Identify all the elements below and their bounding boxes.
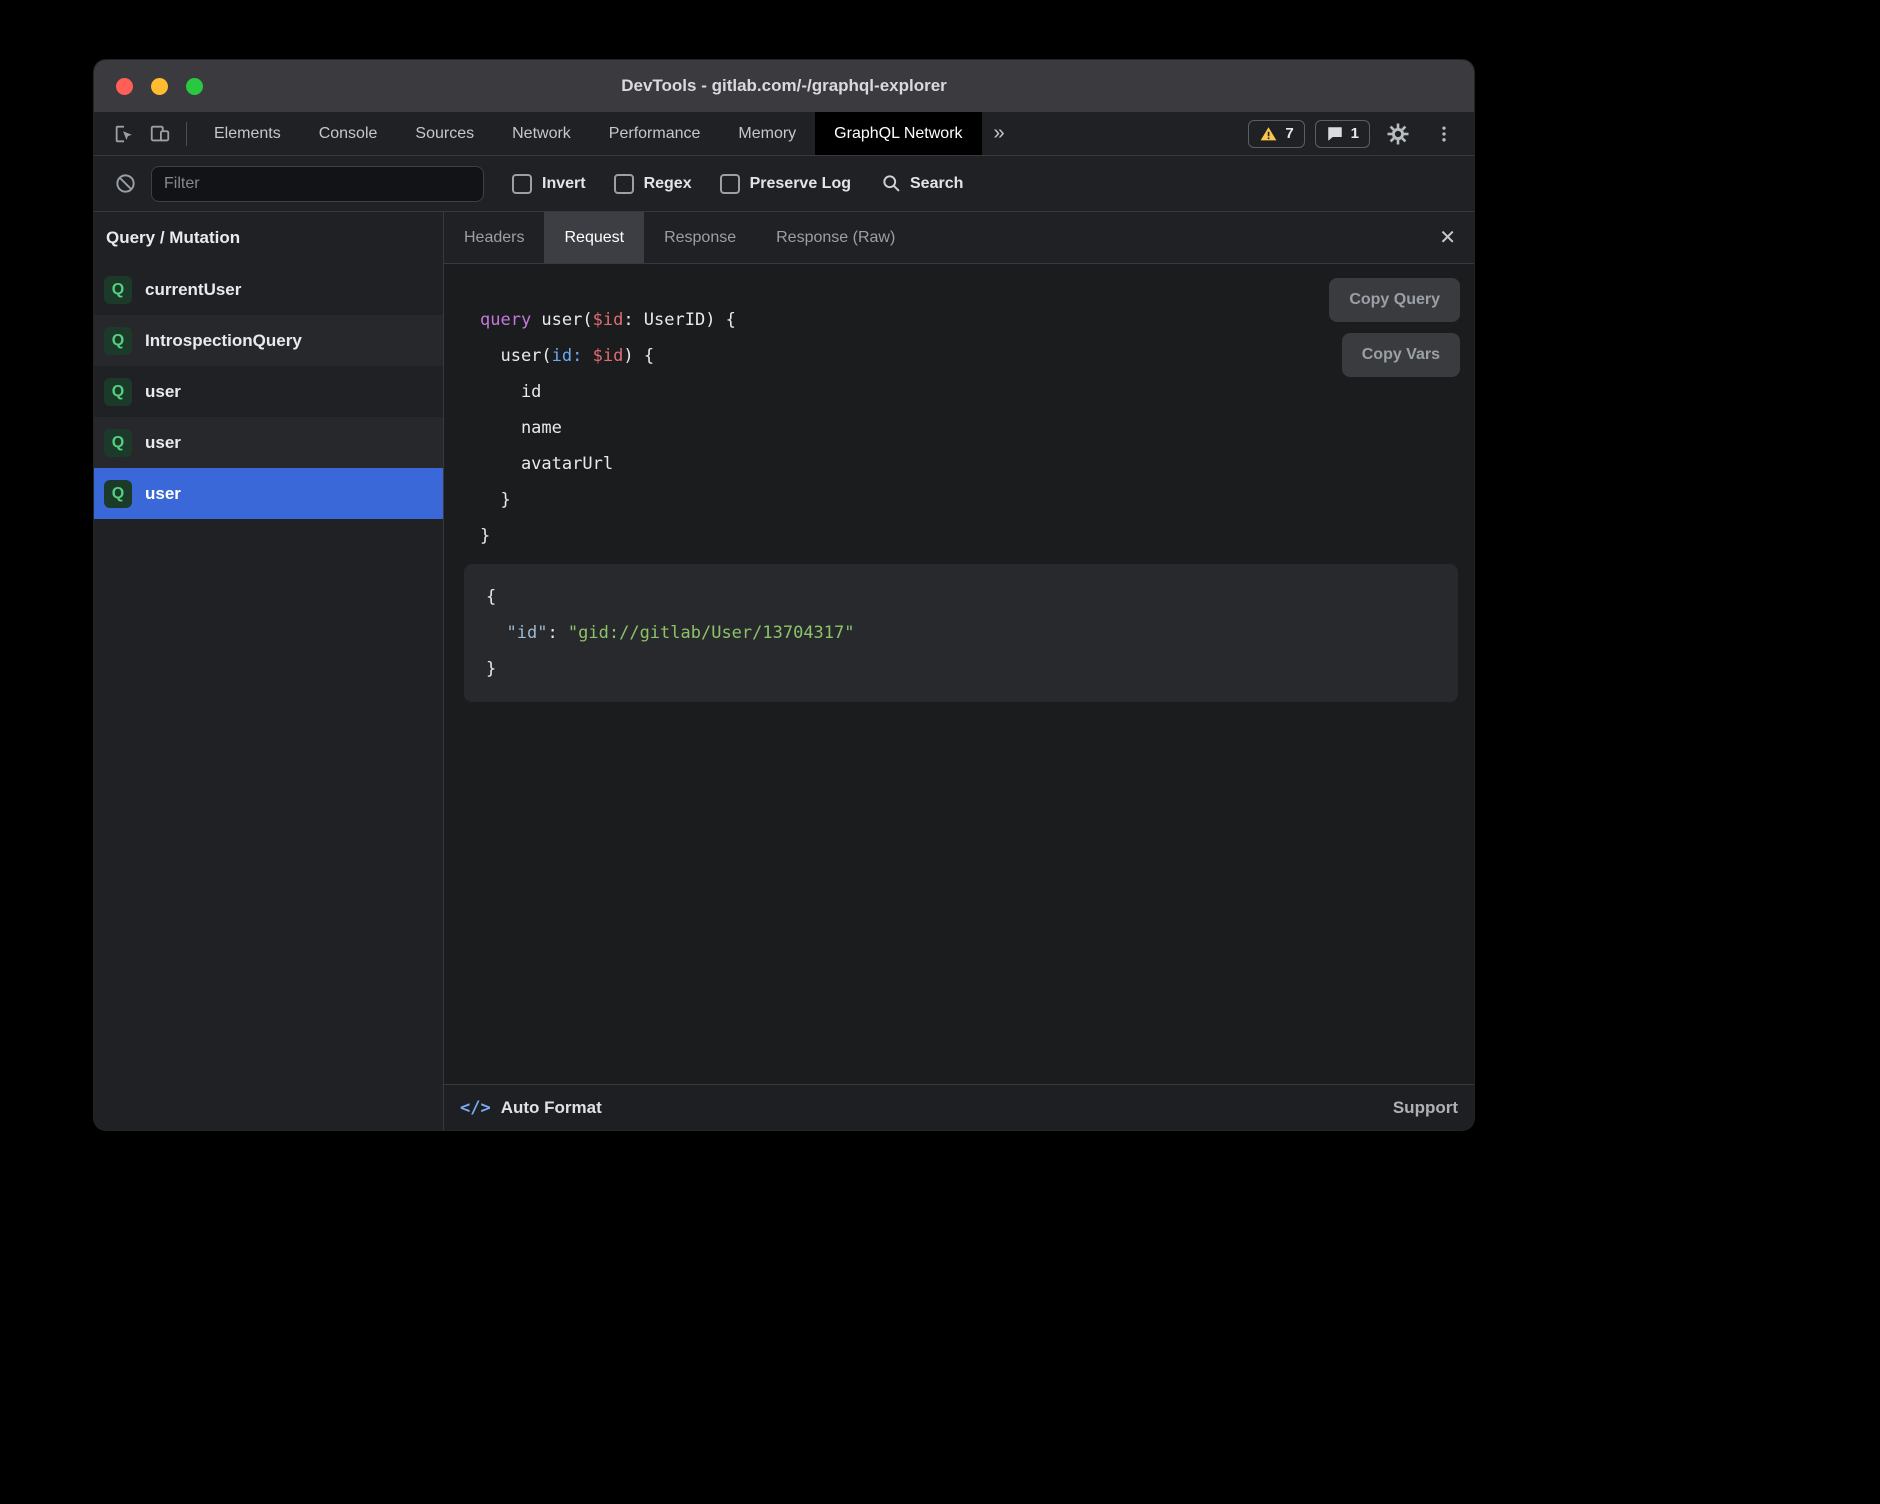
more-tabs-chevron-icon[interactable]: » (982, 122, 1017, 145)
tab-sources[interactable]: Sources (396, 112, 493, 155)
request-query-code: query user($id: UserID) { user(id: $id) … (444, 264, 1474, 554)
query-row-currentuser[interactable]: Q currentUser (94, 264, 443, 315)
tab-label: Memory (738, 125, 796, 143)
query-row-label: user (145, 484, 181, 504)
copy-vars-button[interactable]: Copy Vars (1342, 333, 1460, 377)
query-row-label: currentUser (145, 280, 241, 300)
query-row-label: IntrospectionQuery (145, 331, 302, 351)
issues-badge[interactable]: 1 (1315, 120, 1370, 148)
tab-label: Performance (609, 125, 701, 143)
tab-label: Response (664, 229, 736, 247)
tab-console[interactable]: Console (300, 112, 397, 155)
traffic-lights (116, 78, 203, 95)
query-row-label: user (145, 433, 181, 453)
filter-toolbar: Invert Regex Preserve Log Search (94, 156, 1474, 212)
warning-count: 7 (1285, 125, 1293, 142)
copy-buttons: Copy Query Copy Vars (1329, 278, 1460, 377)
toolbar-separator (186, 122, 187, 146)
tab-performance[interactable]: Performance (590, 112, 720, 155)
tabbar-right-controls: 7 1 (1248, 118, 1462, 150)
query-list-header: Query / Mutation (94, 212, 443, 264)
code-brackets-icon: </> (460, 1098, 491, 1118)
detail-footer: </> Auto Format Support (444, 1084, 1474, 1130)
query-row-user-2[interactable]: Q user (94, 417, 443, 468)
query-row-user-1[interactable]: Q user (94, 366, 443, 417)
warning-icon (1259, 125, 1278, 143)
tab-network[interactable]: Network (493, 112, 590, 155)
query-row-introspectionquery[interactable]: Q IntrospectionQuery (94, 315, 443, 366)
warnings-badge[interactable]: 7 (1248, 120, 1304, 148)
tab-headers[interactable]: Headers (444, 212, 544, 263)
query-type-badge: Q (104, 429, 132, 457)
close-panel-icon[interactable]: ✕ (1439, 228, 1456, 248)
minimize-window-button[interactable] (151, 78, 168, 95)
window-title: DevTools - gitlab.com/-/graphql-explorer (94, 76, 1474, 96)
query-row-label: user (145, 382, 181, 402)
settings-gear-icon[interactable] (1380, 118, 1416, 150)
tab-label: Console (319, 125, 378, 143)
message-count: 1 (1351, 125, 1359, 142)
query-type-badge: Q (104, 480, 132, 508)
preserve-log-toggle[interactable]: Preserve Log (720, 174, 851, 194)
query-row-user-3-selected[interactable]: Q user (94, 468, 443, 519)
inspect-element-icon[interactable] (106, 118, 142, 150)
devtools-window: DevTools - gitlab.com/-/graphql-explorer… (94, 60, 1474, 1130)
tab-label: Request (564, 229, 624, 247)
support-link[interactable]: Support (1393, 1098, 1458, 1118)
query-type-badge: Q (104, 276, 132, 304)
invert-label: Invert (542, 175, 586, 193)
tab-label: Response (Raw) (776, 229, 895, 247)
search-icon (881, 173, 902, 194)
auto-format-control[interactable]: </> Auto Format (460, 1098, 602, 1118)
clear-block-icon[interactable] (114, 172, 137, 195)
copy-query-button[interactable]: Copy Query (1329, 278, 1460, 322)
tab-response[interactable]: Response (644, 212, 756, 263)
query-list-panel: Query / Mutation Q currentUser Q Introsp… (94, 212, 444, 1130)
tab-label: Headers (464, 229, 524, 247)
tab-label: Sources (415, 125, 474, 143)
auto-format-label: Auto Format (501, 1098, 602, 1118)
message-icon (1326, 125, 1344, 143)
request-tab-content: Copy Query Copy Vars query user($id: Use… (444, 264, 1474, 1084)
query-type-badge: Q (104, 378, 132, 406)
tab-elements[interactable]: Elements (195, 112, 300, 155)
request-variables-box: { "id": "gid://gitlab/User/13704317"} (464, 564, 1458, 702)
filter-input[interactable] (151, 166, 484, 202)
tab-request[interactable]: Request (544, 212, 644, 263)
preserve-log-checkbox[interactable] (720, 174, 740, 194)
request-detail-panel: Headers Request Response Response (Raw) … (444, 212, 1474, 1130)
regex-checkbox[interactable] (614, 174, 634, 194)
title-bar: DevTools - gitlab.com/-/graphql-explorer (94, 60, 1474, 112)
invert-toggle[interactable]: Invert (512, 174, 586, 194)
tab-label: Network (512, 125, 571, 143)
close-window-button[interactable] (116, 78, 133, 95)
kebab-menu-icon[interactable] (1426, 118, 1462, 150)
tab-graphql-network[interactable]: GraphQL Network (815, 112, 981, 155)
query-type-badge: Q (104, 327, 132, 355)
main-split: Query / Mutation Q currentUser Q Introsp… (94, 212, 1474, 1130)
detail-tab-bar: Headers Request Response Response (Raw) … (444, 212, 1474, 264)
maximize-window-button[interactable] (186, 78, 203, 95)
tab-label: Elements (214, 125, 281, 143)
preserve-log-label: Preserve Log (750, 175, 851, 193)
regex-label: Regex (644, 175, 692, 193)
search-control[interactable]: Search (881, 173, 963, 194)
invert-checkbox[interactable] (512, 174, 532, 194)
tab-label: GraphQL Network (834, 125, 962, 143)
tab-memory[interactable]: Memory (719, 112, 815, 155)
tab-response-raw[interactable]: Response (Raw) (756, 212, 915, 263)
regex-toggle[interactable]: Regex (614, 174, 692, 194)
devtools-tab-bar: Elements Console Sources Network Perform… (94, 112, 1474, 156)
search-label: Search (910, 175, 963, 193)
device-toolbar-icon[interactable] (142, 118, 178, 150)
